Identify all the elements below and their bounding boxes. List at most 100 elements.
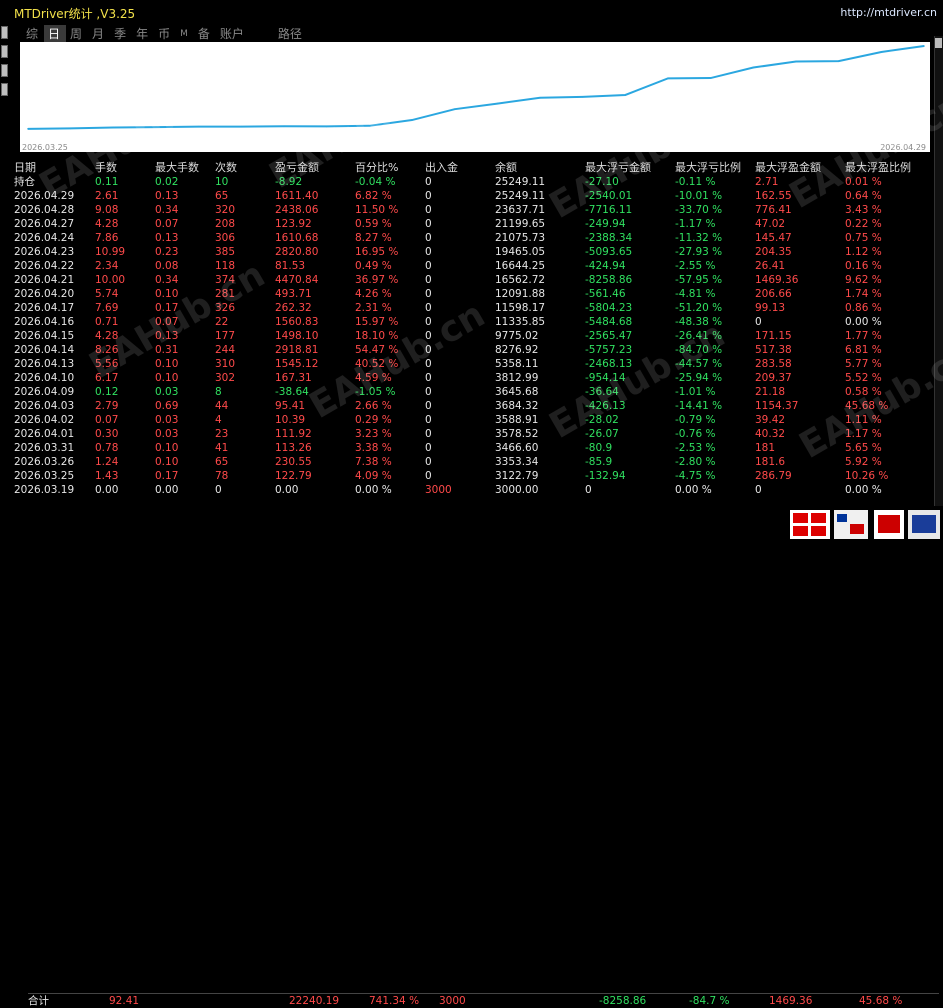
cell-col-3: 310	[215, 358, 236, 370]
cell-col-5: 0.59 %	[355, 218, 392, 230]
table-row: 2026.04.22 2.34 0.08 118 81.53 0.49 % 0 16644.2…	[14, 259, 925, 273]
tab-quarterly[interactable]: 季	[110, 25, 132, 43]
cell-col-3: 118	[215, 260, 236, 272]
vertical-scrollbar[interactable]	[934, 36, 943, 506]
cell-col-0: 2026.04.22	[14, 260, 75, 272]
cell-col-3: 385	[215, 246, 236, 258]
tab-account[interactable]: 账户	[216, 25, 250, 43]
table-row: 2026.04.14 8.26 0.31 244 2918.81 54.47 % 0 8276…	[14, 343, 925, 357]
cell-col-8: -8258.86	[585, 274, 633, 286]
cell-col-5: 3.23 %	[355, 428, 392, 440]
cell-col-1: 1.24	[95, 456, 119, 468]
cell-col-5: 2.31 %	[355, 302, 392, 314]
tab-monthly[interactable]: 月	[88, 25, 110, 43]
cell-col-0: 2026.04.27	[14, 218, 75, 230]
cell-col-4: 1610.68	[275, 232, 319, 244]
tab-weekly[interactable]: 周	[66, 25, 88, 43]
cell-col-2: 0.10	[155, 288, 179, 300]
cell-col-8: -85.9	[585, 456, 613, 468]
cell-col-2: 0.10	[155, 456, 179, 468]
balance-point	[709, 77, 712, 79]
table-header: 日期 手数 最大手数 次数 盈亏金额 百分比% 出入金 余额 最大浮亏金额 最大浮亏比例 最大浮盈金…	[14, 160, 925, 175]
cell-col-6: 0	[425, 372, 432, 384]
cell-col-2: 0.08	[155, 260, 179, 272]
tab-summary[interactable]: 综	[22, 25, 44, 43]
cell-col-7: 3000.00	[495, 484, 539, 496]
balance-point	[923, 45, 925, 47]
cell-col-0: 2026.04.16	[14, 316, 75, 328]
cell-col-2: 0.03	[155, 414, 179, 426]
toolbar-handle-icon[interactable]	[1, 64, 8, 77]
table-row: 2026.03.25 1.43 0.17 78 122.79 4.09 % 0 3122.79…	[14, 469, 925, 483]
cell-col-4: 493.71	[275, 288, 312, 300]
cell-col-0: 2026.03.25	[14, 470, 75, 482]
cell-col-2: 0.13	[155, 232, 179, 244]
cell-col-3: 320	[215, 204, 236, 216]
cell-col-8: -36.64	[585, 386, 619, 398]
cell-col-11: 0.75 %	[845, 232, 882, 244]
cell-col-0: 2026.04.20	[14, 288, 75, 300]
table-row: 2026.04.13 5.56 0.10 310 1545.12 40.52 % 0 5358…	[14, 357, 925, 371]
cell-col-1: 7.86	[95, 232, 119, 244]
cell-col-6: 0	[425, 470, 432, 482]
website-link[interactable]: http://mtdriver.cn	[840, 6, 937, 19]
cell-col-1: 0.71	[95, 316, 119, 328]
cell-col-11: 5.65 %	[845, 442, 882, 454]
cell-col-7: 21199.65	[495, 218, 546, 230]
cell-col-7: 16644.25	[495, 260, 546, 272]
table-row: 2026.04.09 0.12 0.03 8 -38.64 -1.05 % 0 3645.68…	[14, 385, 925, 399]
cell-col-11: 5.92 %	[845, 456, 882, 468]
cell-col-10: 99.13	[755, 302, 786, 314]
toolbar-handle-icon[interactable]	[1, 26, 8, 39]
table-row: 2026.04.20 5.74 0.10 281 493.71 4.26 % 0 12091.…	[14, 287, 925, 301]
table-row: 2026.04.28 9.08 0.34 320 2438.06 11.50 % 0 2363…	[14, 203, 925, 217]
tab-yearly[interactable]: 年	[132, 25, 154, 43]
cell-col-8: -27.10	[585, 176, 619, 188]
cell-col-9: -2.55 %	[675, 260, 716, 272]
cell-col-3: 177	[215, 330, 236, 342]
toolbar-handle-icon[interactable]	[1, 83, 8, 96]
cell-col-4: 2918.81	[275, 344, 319, 356]
balance-point	[837, 60, 840, 62]
cell-col-3: 326	[215, 302, 236, 314]
tab-notes[interactable]: 备	[194, 25, 216, 43]
balance-point	[69, 127, 72, 130]
table-row: 2026.04.03 2.79 0.69 44 95.41 2.66 % 0 3684.32 -…	[14, 399, 925, 413]
cell-col-10: 1469.36	[769, 995, 813, 1007]
cell-col-5: -0.04 %	[355, 176, 396, 188]
cell-col-5: 0.00 %	[355, 484, 392, 496]
cell-col-9: -25.94 %	[675, 372, 723, 384]
cell-col-9: -11.32 %	[675, 232, 723, 244]
scrollbar-thumb[interactable]	[935, 38, 942, 48]
cell-col-6: 0	[425, 428, 432, 440]
table-row: 2026.04.15 4.28 0.13 177 1498.10 18.10 % 0 9775…	[14, 329, 925, 343]
cell-col-5: 11.50 %	[355, 204, 399, 216]
cell-col-8: -2468.13	[585, 358, 633, 370]
cell-col-10: 145.47	[755, 232, 792, 244]
cell-col-11: 1.11 %	[845, 414, 882, 426]
balance-point	[27, 128, 29, 130]
tab-daily[interactable]: 日	[44, 25, 67, 43]
cell-col-10: 209.37	[755, 372, 792, 384]
cell-col-11: 0.64 %	[845, 190, 882, 202]
cell-col-11: 1.17 %	[845, 428, 882, 440]
cell-col-7: 3645.68	[495, 386, 539, 398]
table-row: 2026.04.10 6.17 0.10 302 167.31 4.59 % 0 3812.9…	[14, 371, 925, 385]
tab-currency[interactable]: 币	[154, 25, 176, 43]
cell-col-5: 2.66 %	[355, 400, 392, 412]
cell-col-2: 0.17	[155, 302, 179, 314]
tab-magic[interactable]: M	[176, 25, 194, 43]
cell-col-4: 123.92	[275, 218, 312, 230]
tab-path[interactable]: 路径	[274, 25, 308, 43]
cell-col-2: 0.13	[155, 190, 179, 202]
cell-col-3: 306	[215, 232, 236, 244]
cell-col-6: 出入金	[425, 161, 458, 174]
toolbar-handle-icon[interactable]	[1, 45, 8, 58]
cell-col-8: -5484.68	[585, 316, 633, 328]
cell-col-11: 0.22 %	[845, 218, 882, 230]
cell-col-7: 3122.79	[495, 470, 539, 482]
cell-col-6: 0	[425, 386, 432, 398]
cell-col-11: 10.26 %	[845, 470, 889, 482]
cell-col-2: 0.17	[155, 470, 179, 482]
cell-col-6: 0	[425, 358, 432, 370]
